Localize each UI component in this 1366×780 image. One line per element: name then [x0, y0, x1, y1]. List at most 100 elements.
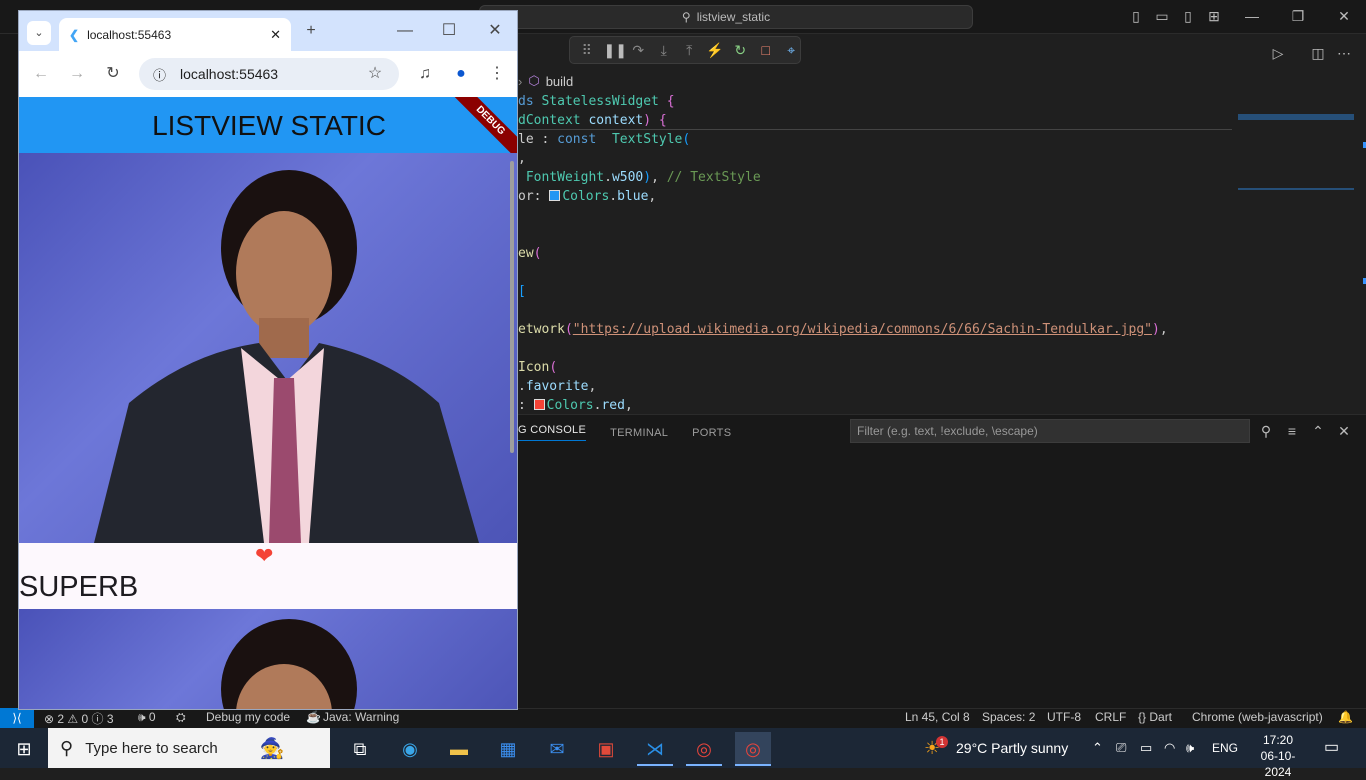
code-line[interactable]: [518, 206, 1238, 225]
mail-icon[interactable]: ✉: [539, 732, 575, 766]
run-icon[interactable]: ▷: [1270, 45, 1286, 61]
search-icon[interactable]: ⚲: [1258, 423, 1274, 439]
hot-reload-icon[interactable]: ⚡: [706, 42, 724, 59]
tab-debug-console[interactable]: G CONSOLE: [518, 424, 587, 441]
address-bar[interactable]: ⓘ localhost:55463: [139, 58, 399, 90]
code-line[interactable]: Icon(: [518, 358, 1238, 377]
maximize-icon[interactable]: ☐: [439, 21, 459, 41]
close-icon[interactable]: ✕: [1336, 8, 1352, 24]
code-line[interactable]: le : const TextStyle(: [518, 130, 1238, 149]
language-indicator[interactable]: ENG: [1212, 728, 1238, 768]
wifi-icon[interactable]: ◠: [1164, 728, 1175, 768]
code-line[interactable]: etwork("https://upload.wikimedia.org/wik…: [518, 320, 1238, 339]
code-line[interactable]: .favorite,: [518, 377, 1238, 396]
weather-text[interactable]: 29°C Partly sunny: [956, 728, 1068, 768]
vscode-icon[interactable]: ⋊: [637, 732, 673, 766]
toggle-secondary-sidebar-icon[interactable]: ▯: [1180, 8, 1196, 24]
chrome-icon[interactable]: ◎: [735, 732, 771, 766]
battery-icon[interactable]: ▭: [1140, 728, 1152, 768]
menu-icon[interactable]: ⋮: [487, 64, 507, 84]
breadcrumb-item[interactable]: build: [546, 74, 573, 89]
app-icon[interactable]: ▣: [588, 732, 624, 766]
encoding[interactable]: UTF-8: [1047, 710, 1081, 724]
color-swatch-icon[interactable]: [549, 190, 561, 201]
toggle-panel-icon[interactable]: ▭: [1154, 8, 1170, 24]
tab-ports[interactable]: PORTS: [692, 427, 731, 439]
maximize-panel-icon[interactable]: ⌃: [1310, 423, 1326, 439]
weather-icon[interactable]: ☀: [924, 728, 940, 768]
java-status[interactable]: Java: Warning: [323, 710, 399, 724]
code-line[interactable]: [518, 339, 1238, 358]
list-scrollbar[interactable]: [510, 161, 514, 453]
step-over-icon[interactable]: ↷: [630, 42, 648, 59]
step-into-icon[interactable]: ⤓: [655, 42, 673, 59]
notification-center-icon[interactable]: ▭: [1324, 728, 1339, 768]
close-tab-icon[interactable]: ✕: [270, 27, 281, 43]
line-ending[interactable]: CRLF: [1095, 710, 1126, 724]
devtools-icon[interactable]: ⌖: [783, 42, 801, 59]
site-info-icon[interactable]: ⓘ: [153, 65, 166, 84]
show-hidden-icons-icon[interactable]: ⌃: [1092, 728, 1103, 768]
volume-icon[interactable]: 🕪: [1186, 728, 1194, 768]
editor-scrollbar[interactable]: [1354, 88, 1366, 408]
code-line[interactable]: [518, 225, 1238, 244]
code-line[interactable]: or: Colors.blue,: [518, 187, 1238, 206]
reload-icon[interactable]: ↻: [103, 64, 123, 84]
language-mode[interactable]: {} Dart: [1138, 710, 1172, 724]
debug-console-filter-input[interactable]: Filter (e.g. text, !exclude, \escape): [850, 419, 1250, 443]
code-line[interactable]: [: [518, 282, 1238, 301]
code-editor[interactable]: ds StatelessWidget {dContext context) {l…: [518, 92, 1238, 412]
code-line[interactable]: ew(: [518, 244, 1238, 263]
code-line[interactable]: [518, 301, 1238, 320]
pause-icon[interactable]: ❚❚: [604, 42, 627, 59]
debug-console-output[interactable]: [518, 450, 1366, 708]
start-button-icon[interactable]: ⊞: [6, 732, 42, 766]
file-explorer-icon[interactable]: ▬: [441, 732, 477, 766]
color-swatch-icon[interactable]: [533, 399, 545, 410]
chrome-icon[interactable]: ◎: [686, 732, 722, 766]
stop-icon[interactable]: □: [757, 42, 775, 58]
split-editor-icon[interactable]: ◫: [1310, 45, 1326, 61]
step-out-icon[interactable]: ⤒: [681, 42, 699, 59]
code-line[interactable]: FontWeight.w500), // TextStyle: [518, 168, 1238, 187]
minimize-icon[interactable]: —: [1244, 8, 1260, 24]
minimize-icon[interactable]: —: [395, 21, 415, 41]
close-window-icon[interactable]: ✕: [485, 21, 505, 41]
new-tab-icon[interactable]: +: [301, 21, 321, 41]
toggle-primary-sidebar-icon[interactable]: ▯: [1128, 8, 1144, 24]
clock[interactable]: 17:20 06-10-2024: [1252, 732, 1304, 780]
back-icon[interactable]: ←: [31, 64, 51, 84]
tab-terminal[interactable]: TERMINAL: [610, 427, 668, 439]
browser-tab[interactable]: ❮ localhost:55463 ✕: [59, 18, 291, 51]
code-line[interactable]: : Colors.red,: [518, 396, 1238, 412]
notifications-icon[interactable]: 🔔: [1338, 710, 1353, 724]
clear-console-icon[interactable]: ≡: [1284, 423, 1300, 439]
customize-layout-icon[interactable]: ⊞: [1206, 8, 1222, 24]
ports-status[interactable]: 🕪 0: [138, 710, 156, 725]
drag-handle-icon[interactable]: ⠿: [578, 42, 596, 59]
profile-avatar-icon[interactable]: ●: [451, 64, 471, 84]
bookmark-star-icon[interactable]: ☆: [365, 64, 385, 84]
store-icon[interactable]: ▦: [490, 732, 526, 766]
code-line[interactable]: [518, 263, 1238, 282]
restart-icon[interactable]: ↻: [732, 42, 750, 59]
edge-icon[interactable]: ◉: [392, 732, 428, 766]
task-view-icon[interactable]: ⧉: [342, 732, 378, 766]
remote-indicator-icon[interactable]: ⟩⟨: [0, 708, 34, 728]
indentation[interactable]: Spaces: 2: [982, 710, 1035, 724]
problems-status[interactable]: ⊗ 2 ⚠ 0 ⓘ 3: [44, 710, 114, 727]
meet-now-icon[interactable]: ⎚: [1116, 728, 1126, 768]
restore-icon[interactable]: ❐: [1290, 8, 1306, 24]
code-line[interactable]: ds StatelessWidget {: [518, 92, 1238, 111]
more-actions-icon[interactable]: ⋯: [1336, 45, 1352, 61]
cursor-position[interactable]: Ln 45, Col 8: [905, 710, 970, 724]
forward-icon[interactable]: →: [67, 64, 87, 84]
code-line[interactable]: dContext context) {: [518, 111, 1238, 130]
tab-search-icon[interactable]: ⌄: [27, 21, 51, 45]
minimap[interactable]: [1238, 88, 1354, 228]
media-controls-icon[interactable]: ♫: [415, 64, 435, 84]
debug-status[interactable]: Debug my code: [206, 710, 290, 724]
taskbar-search[interactable]: ⚲ Type here to search 🧙: [48, 728, 330, 768]
command-center-search[interactable]: ⚲ listview_static: [479, 5, 973, 29]
close-panel-icon[interactable]: ✕: [1336, 423, 1352, 439]
